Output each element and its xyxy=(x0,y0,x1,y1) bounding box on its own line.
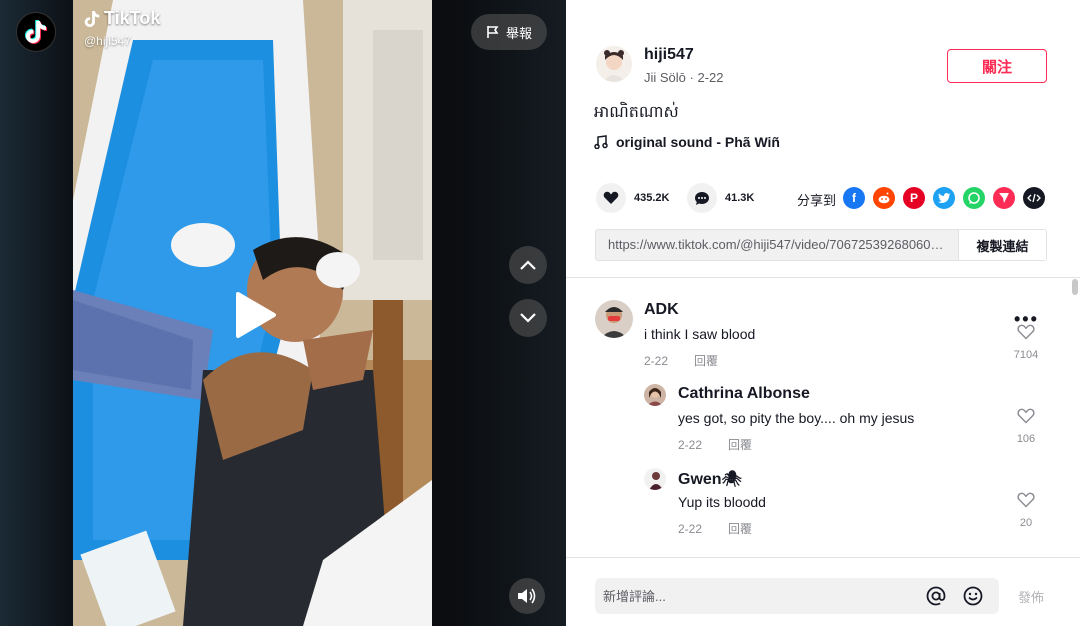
tiktok-logo-icon[interactable] xyxy=(16,12,56,52)
reply-button[interactable]: 回覆 xyxy=(694,354,718,368)
comment-stat[interactable]: 41.3K xyxy=(687,183,754,213)
next-video-button[interactable] xyxy=(509,299,547,337)
like-stat[interactable]: 435.2K xyxy=(596,183,669,213)
report-button[interactable]: 舉報 xyxy=(471,14,547,50)
video-pane: TikTok @hiji547 舉報 xyxy=(0,0,566,626)
video-watermark: TikTok xyxy=(84,8,160,29)
heart-outline-icon xyxy=(1017,408,1035,424)
commenter-avatar[interactable] xyxy=(644,384,666,406)
comment-button[interactable] xyxy=(687,183,717,213)
watermark-brand: TikTok xyxy=(104,8,161,28)
comment-list[interactable]: ADK i think I saw blood 2-22 回覆 ••• 7104 … xyxy=(566,279,1080,557)
video-url[interactable]: https://www.tiktok.com/@hiji547/video/70… xyxy=(596,230,958,260)
video-detail-panel: hiji547 Jii Sölō · 2-22 關注 អាណិតណាស់ ori… xyxy=(566,0,1080,626)
chevron-up-icon xyxy=(520,260,536,270)
share-label: 分享到 xyxy=(797,193,837,208)
copy-link-button[interactable]: 複製連結 xyxy=(958,230,1046,260)
heart-outline-icon xyxy=(1017,324,1035,340)
mention-icon[interactable] xyxy=(925,585,947,607)
author-username[interactable]: hiji547 xyxy=(644,46,694,64)
author-nickname: Jii Sölō xyxy=(644,70,686,85)
comment-bubble-icon xyxy=(695,191,709,205)
facebook-share-icon[interactable]: f xyxy=(843,187,865,209)
reply-button[interactable]: 回覆 xyxy=(728,522,752,536)
share-link-box: https://www.tiktok.com/@hiji547/video/70… xyxy=(595,229,1047,261)
embed-code-icon[interactable] xyxy=(1023,187,1045,209)
commenter-name[interactable]: ADK xyxy=(644,301,679,319)
comment-like[interactable]: 7104 xyxy=(1006,324,1046,361)
music-title: original sound - Phã Wiñ xyxy=(616,134,780,150)
comment-input-box xyxy=(595,578,999,614)
commenter-avatar[interactable] xyxy=(644,468,666,490)
comment-text: i think I saw blood xyxy=(644,326,756,342)
twitter-share-icon[interactable] xyxy=(933,187,955,209)
follow-button[interactable]: 關注 xyxy=(947,49,1047,83)
comment-date: 2-22 xyxy=(678,438,703,452)
post-description: អាណិតណាស់ xyxy=(594,104,679,121)
heart-icon xyxy=(603,191,619,204)
comment-like[interactable]: 20 xyxy=(1006,492,1046,529)
comment-date: 2-22 xyxy=(644,354,669,368)
commenter-name[interactable]: Gwen🕷 xyxy=(678,469,742,489)
reply-item: Gwen🕷 Yup its bloodd 2-22 回覆 20 xyxy=(566,463,1080,547)
chevron-down-icon xyxy=(520,313,536,323)
comment-like-count: 20 xyxy=(1019,517,1033,529)
author-subline: Jii Sölō · 2-22 xyxy=(644,70,724,85)
emoji-icon[interactable] xyxy=(962,585,984,607)
post-header: hiji547 Jii Sölō · 2-22 關注 អាណិតណាស់ ori… xyxy=(566,0,1080,278)
send-share-icon[interactable] xyxy=(993,187,1015,209)
tiktok-video-page: TikTok @hiji547 舉報 hiji547 Jii Sölō · 2-… xyxy=(0,0,1080,626)
comment-text: Yup its bloodd xyxy=(678,494,766,510)
whatsapp-share-icon[interactable] xyxy=(963,187,985,209)
music-note-icon xyxy=(594,135,608,149)
pinterest-share-icon[interactable]: P xyxy=(903,187,925,209)
like-button[interactable] xyxy=(596,183,626,213)
speaker-icon xyxy=(518,588,536,604)
reply-button[interactable]: 回覆 xyxy=(728,438,752,452)
comment-meta: 2-22 回覆 xyxy=(678,436,752,453)
post-date: 2-22 xyxy=(697,70,724,85)
comment-input[interactable] xyxy=(603,578,913,614)
previous-video-button[interactable] xyxy=(509,246,547,284)
author-avatar[interactable] xyxy=(596,46,632,82)
reddit-share-icon[interactable] xyxy=(873,187,895,209)
play-icon[interactable] xyxy=(234,290,278,340)
comment-meta: 2-22 回覆 xyxy=(644,352,718,369)
like-count: 435.2K xyxy=(634,192,670,204)
comment-date: 2-22 xyxy=(678,522,703,536)
tiktok-note-icon xyxy=(84,10,100,27)
comment-like-count: 106 xyxy=(1016,433,1036,445)
commenter-name[interactable]: Cathrina Albonse xyxy=(678,385,810,403)
music-link[interactable]: original sound - Phã Wiñ xyxy=(594,134,780,150)
comment-like-count: 7104 xyxy=(1013,349,1039,361)
comment-meta: 2-22 回覆 xyxy=(678,520,752,537)
reply-item: Cathrina Albonse yes got, so pity the bo… xyxy=(566,379,1080,463)
comment-item: ADK i think I saw blood 2-22 回覆 ••• 7104 xyxy=(566,279,1080,379)
flag-icon xyxy=(487,26,499,38)
report-label: 舉報 xyxy=(505,25,532,41)
comment-text: yes got, so pity the boy.... oh my jesus xyxy=(678,410,915,426)
heart-outline-icon xyxy=(1017,492,1035,508)
comment-like[interactable]: 106 xyxy=(1006,408,1046,445)
commenter-avatar[interactable] xyxy=(595,300,633,338)
post-comment-button[interactable]: 發佈 xyxy=(1018,587,1044,606)
watermark-username: @hiji547 xyxy=(84,34,131,48)
dot-separator: · xyxy=(689,70,698,85)
comment-composer: 發佈 xyxy=(566,557,1080,626)
volume-button[interactable] xyxy=(509,578,545,614)
comment-count: 41.3K xyxy=(725,192,755,204)
